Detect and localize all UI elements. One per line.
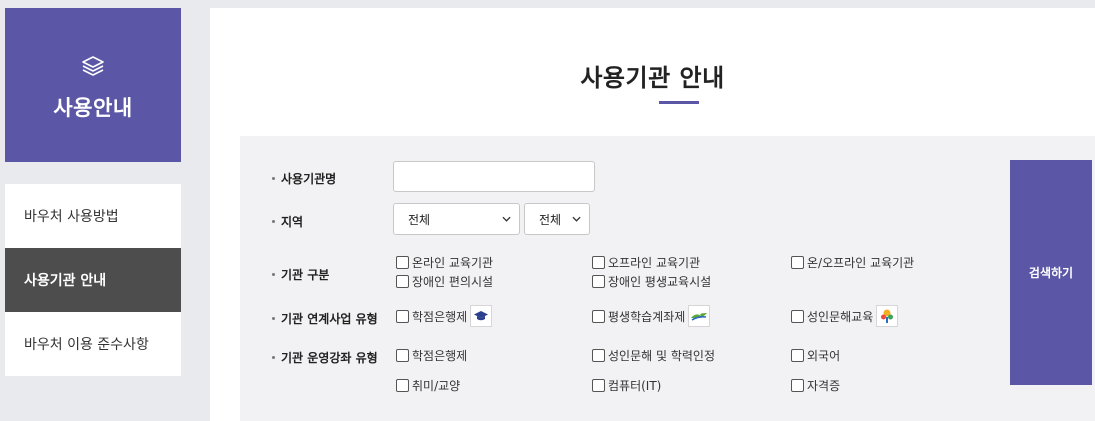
checkbox-label: 학점은행제 — [412, 349, 468, 363]
checkbox-box — [791, 256, 804, 269]
link-label: 기관 연계사업 유형 — [272, 310, 378, 327]
link-label-text: 기관 연계사업 유형 — [281, 312, 378, 326]
checkbox-label: 온/오프라인 교육기관 — [807, 256, 915, 270]
checkbox-box — [592, 256, 605, 269]
name-label-text: 사용기관명 — [281, 172, 337, 186]
course-foreign-language-checkbox[interactable]: 외국어 — [791, 347, 840, 364]
checkbox-box — [396, 309, 409, 323]
type-onoffline-checkbox[interactable]: 온/오프라인 교육기관 — [791, 254, 914, 271]
sidebar-item-label: 사용기관 안내 — [24, 273, 107, 289]
checkbox-box — [592, 379, 605, 392]
chevron-down-icon — [502, 216, 511, 222]
course-hobby-checkbox[interactable]: 취미/교양 — [396, 377, 460, 394]
sidebar-header: 사용안내 — [5, 8, 181, 162]
checkbox-label: 평생학습계좌제 — [608, 309, 686, 324]
type-disability-education-checkbox[interactable]: 장애인 평생교육시설 — [592, 273, 711, 290]
graduation-cap-icon — [470, 305, 493, 327]
checkbox-label: 장애인 평생교육시설 — [608, 275, 712, 289]
checkbox-box — [592, 275, 605, 288]
sidebar-item-voucher-compliance[interactable]: 바우처 이용 준수사항 — [5, 312, 181, 376]
sidebar-item-voucher-usage[interactable]: 바우처 사용방법 — [5, 184, 181, 248]
course-label-text: 기관 운영강좌 유형 — [281, 351, 378, 365]
checkbox-box — [396, 256, 409, 269]
region-select-2-value: 전체 — [539, 212, 562, 227]
checkbox-label: 온라인 교육기관 — [412, 256, 494, 270]
link-adult-literacy-checkbox[interactable]: 성인문해교육 — [791, 305, 899, 327]
link-lifelong-account-checkbox[interactable]: 평생학습계좌제 — [592, 305, 711, 327]
course-certificate-checkbox[interactable]: 자격증 — [791, 377, 840, 394]
checkbox-box — [592, 349, 605, 362]
adult-literacy-logo-icon — [876, 305, 899, 327]
checkbox-label: 외국어 — [807, 349, 841, 363]
type-disability-facility-checkbox[interactable]: 장애인 편의시설 — [396, 273, 493, 290]
link-credit-bank-checkbox[interactable]: 학점은행제 — [396, 305, 493, 327]
course-adult-literacy-checkbox[interactable]: 성인문해 및 학력인정 — [592, 347, 715, 364]
layers-icon — [82, 56, 104, 76]
bullet-dot — [272, 220, 275, 223]
type-label: 기관 구분 — [272, 266, 329, 283]
sidebar-menu: 바우처 사용방법 사용기관 안내 바우처 이용 준수사항 — [5, 184, 181, 376]
lifelong-learning-logo-icon — [688, 305, 711, 327]
checkbox-box — [791, 379, 804, 392]
course-credit-bank-checkbox[interactable]: 학점은행제 — [396, 347, 467, 364]
main-content: 사용기관 안내 사용기관명 지역 전체 전체 기관 구분 온라인 교육기관 오프… — [210, 8, 1095, 421]
course-label: 기관 운영강좌 유형 — [272, 349, 378, 366]
checkbox-label: 오프라인 교육기관 — [608, 256, 701, 270]
checkbox-box — [396, 379, 409, 392]
bullet-dot — [272, 317, 275, 320]
chevron-down-icon — [572, 216, 581, 222]
type-label-text: 기관 구분 — [281, 268, 330, 282]
checkbox-label: 자격증 — [807, 379, 841, 393]
checkbox-label: 학점은행제 — [412, 309, 468, 324]
sidebar-item-label: 바우처 이용 준수사항 — [24, 337, 149, 353]
checkbox-label: 장애인 편의시설 — [412, 275, 494, 289]
checkbox-box — [396, 275, 409, 288]
search-button-label: 검색하기 — [1028, 266, 1074, 280]
region-select-1[interactable]: 전체 — [393, 203, 520, 235]
checkbox-box — [791, 349, 804, 362]
page-title: 사용기관 안내 — [580, 64, 725, 92]
region-label: 지역 — [272, 213, 303, 230]
search-panel: 사용기관명 지역 전체 전체 기관 구분 온라인 교육기관 오프라인 교육기관 … — [240, 136, 1095, 421]
region-label-text: 지역 — [281, 215, 304, 229]
course-computer-checkbox[interactable]: 컴퓨터(IT) — [592, 377, 661, 394]
region-select-2[interactable]: 전체 — [524, 203, 590, 235]
title-underline — [659, 101, 699, 104]
name-label: 사용기관명 — [272, 170, 336, 187]
bullet-dot — [272, 356, 275, 359]
sidebar-title: 사용안내 — [53, 96, 133, 120]
checkbox-box — [396, 349, 409, 362]
sidebar-item-label: 바우처 사용방법 — [24, 209, 119, 225]
type-online-checkbox[interactable]: 온라인 교육기관 — [396, 254, 493, 271]
type-offline-checkbox[interactable]: 오프라인 교육기관 — [592, 254, 700, 271]
checkbox-box — [592, 309, 605, 323]
bullet-dot — [272, 177, 275, 180]
checkbox-box — [791, 309, 804, 323]
checkbox-label: 성인문해 및 학력인정 — [608, 349, 715, 363]
sidebar-item-institution-guide[interactable]: 사용기관 안내 — [5, 248, 181, 312]
checkbox-label: 컴퓨터(IT) — [608, 379, 662, 393]
checkbox-label: 취미/교양 — [412, 379, 461, 393]
institution-name-input[interactable] — [393, 161, 595, 192]
region-select-1-value: 전체 — [408, 212, 431, 227]
search-button[interactable]: 검색하기 — [1010, 160, 1092, 385]
checkbox-label: 성인문해교육 — [807, 309, 874, 324]
bullet-dot — [272, 273, 275, 276]
